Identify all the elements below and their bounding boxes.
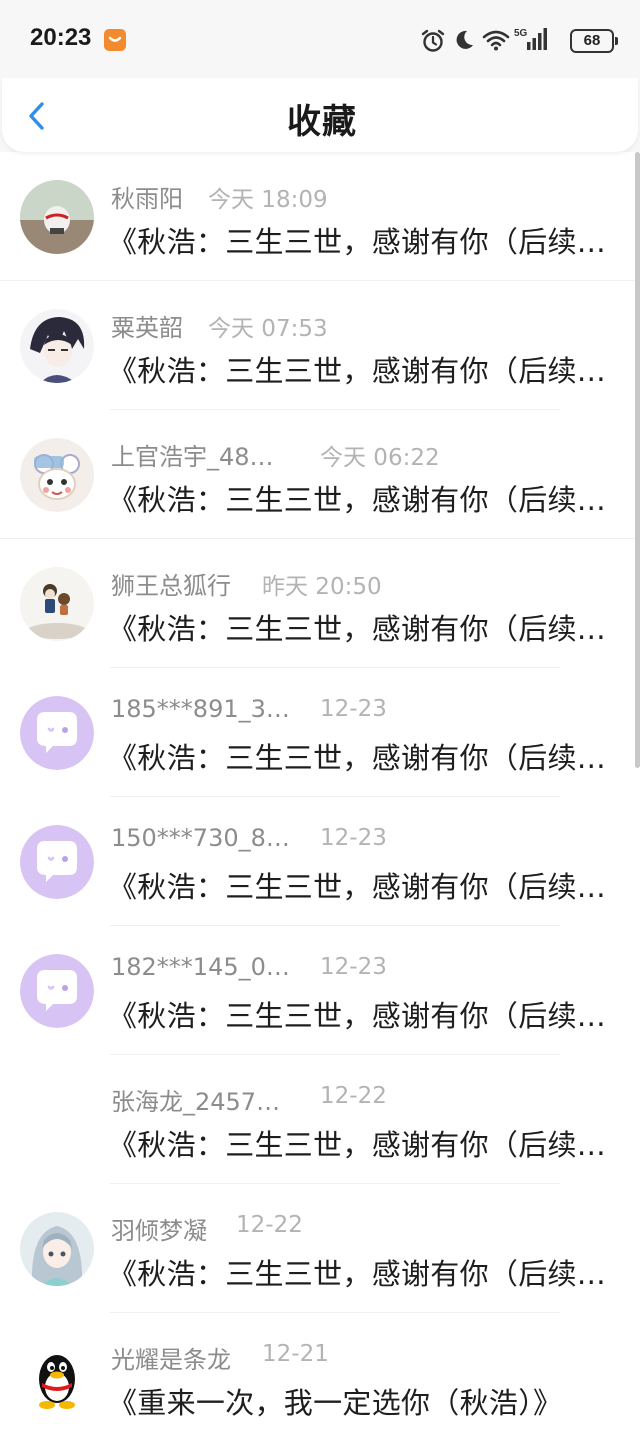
user-name: 182***145_0…	[111, 953, 290, 981]
article-title: 《秋浩：三生三世，感谢有你（后续…	[108, 741, 607, 775]
article-title: 《秋浩：三生三世，感谢有你（后续…	[108, 999, 607, 1033]
user-name: 羽倾梦凝	[111, 1217, 207, 1245]
user-name: 张海龙_2457…	[111, 1088, 281, 1116]
list-item[interactable]: 粟英韶 今天 07:53 《秋浩：三生三世，感谢有你（后续…	[0, 281, 640, 410]
timestamp: 今天 18:09	[208, 187, 328, 213]
article-title: 《秋浩：三生三世，感谢有你（后续…	[108, 870, 607, 904]
article-title: 《秋浩：三生三世，感谢有你（后续…	[108, 1257, 607, 1291]
user-avatar[interactable]	[20, 567, 94, 641]
timestamp: 12-23	[320, 696, 387, 722]
signal-5g-icon: 5G	[514, 28, 547, 50]
user-name: 狮王总狐行	[111, 572, 231, 600]
list-item[interactable]: 秋雨阳 今天 18:09 《秋浩：三生三世，感谢有你（后续…	[0, 152, 640, 281]
header-card: 收藏	[2, 78, 638, 152]
scrollbar[interactable]	[635, 152, 640, 768]
timestamp: 12-22	[320, 1083, 387, 1109]
user-name: 秋雨阳	[111, 185, 183, 213]
user-avatar[interactable]	[20, 438, 94, 512]
status-bar: 20:23 5G 68	[0, 0, 640, 80]
timestamp: 12-22	[236, 1212, 303, 1238]
qq-penguin-avatar-icon[interactable]	[20, 1341, 94, 1415]
alarm-icon	[421, 29, 445, 52]
favorites-list: 秋雨阳 今天 18:09 《秋浩：三生三世，感谢有你（后续… 粟英韶 今天 07…	[0, 152, 640, 1442]
article-title: 《重来一次，我一定选你（秋浩）》	[108, 1386, 563, 1420]
page-title: 收藏	[287, 102, 357, 142]
app-notification-icon	[104, 29, 126, 51]
default-avatar-icon[interactable]	[20, 696, 94, 770]
user-avatar[interactable]	[20, 309, 94, 383]
user-name: 150***730_8…	[111, 824, 290, 852]
list-item[interactable]: 光耀是条龙 12-21 《重来一次，我一定选你（秋浩）》	[0, 1313, 640, 1442]
list-item[interactable]: 182***145_0… 12-23 《秋浩：三生三世，感谢有你（后续…	[0, 926, 640, 1055]
default-avatar-icon[interactable]	[20, 825, 94, 899]
article-title: 《秋浩：三生三世，感谢有你（后续…	[108, 354, 607, 388]
timestamp: 12-23	[320, 825, 387, 851]
moon-icon	[456, 30, 473, 49]
article-title: 《秋浩：三生三世，感谢有你（后续…	[108, 483, 607, 517]
timestamp: 昨天 20:50	[262, 574, 382, 600]
svg-text:5G: 5G	[514, 28, 528, 39]
list-item[interactable]: 狮王总狐行 昨天 20:50 《秋浩：三生三世，感谢有你（后续…	[0, 539, 640, 668]
timestamp: 12-23	[320, 954, 387, 980]
list-item[interactable]: 张海龙_2457… 12-22 《秋浩：三生三世，感谢有你（后续…	[0, 1055, 640, 1184]
header: 收藏	[0, 78, 640, 152]
user-avatar[interactable]	[20, 180, 94, 254]
article-title: 《秋浩：三生三世，感谢有你（后续…	[108, 225, 607, 259]
battery-indicator: 68	[570, 29, 618, 53]
status-time: 20:23	[30, 24, 92, 51]
list-item[interactable]: 上官浩宇_48… 今天 06:22 《秋浩：三生三世，感谢有你（后续…	[0, 410, 640, 539]
list-item[interactable]: 150***730_8… 12-23 《秋浩：三生三世，感谢有你（后续…	[0, 797, 640, 926]
list-item[interactable]: 羽倾梦凝 12-22 《秋浩：三生三世，感谢有你（后续…	[0, 1184, 640, 1313]
user-name: 光耀是条龙	[111, 1346, 231, 1374]
default-avatar-icon[interactable]	[20, 954, 94, 1028]
timestamp: 今天 06:22	[320, 445, 440, 471]
user-name: 185***891_3…	[111, 695, 290, 723]
timestamp: 今天 07:53	[208, 316, 328, 342]
article-title: 《秋浩：三生三世，感谢有你（后续…	[108, 1128, 607, 1162]
wifi-icon	[482, 30, 510, 51]
user-name: 粟英韶	[111, 314, 183, 342]
article-title: 《秋浩：三生三世，感谢有你（后续…	[108, 612, 607, 646]
user-avatar[interactable]	[20, 1212, 94, 1286]
list-item[interactable]: 185***891_3… 12-23 《秋浩：三生三世，感谢有你（后续…	[0, 668, 640, 797]
user-name: 上官浩宇_48…	[111, 443, 274, 471]
timestamp: 12-21	[262, 1341, 329, 1367]
